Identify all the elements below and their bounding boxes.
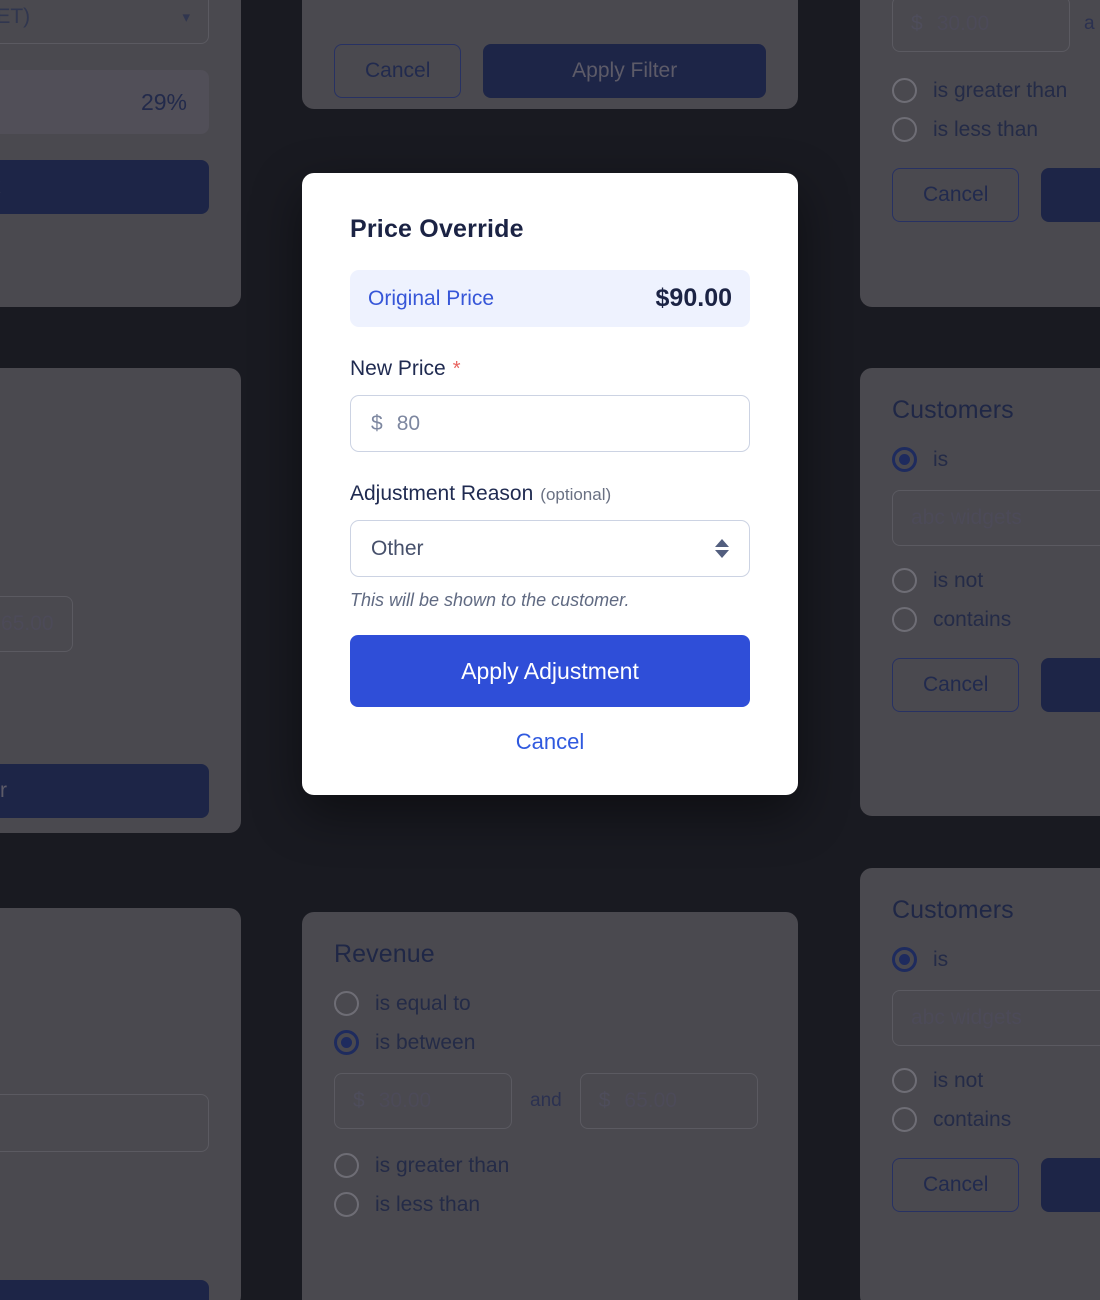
revenue-max-input[interactable]: $ 65.00 bbox=[579, 1073, 758, 1129]
adjustment-reason-value: Other bbox=[371, 536, 424, 560]
optional-marker: (optional) bbox=[540, 485, 612, 504]
apply-tax-button[interactable]: y Tax bbox=[0, 160, 209, 214]
radio-is-selected[interactable] bbox=[892, 947, 917, 972]
amount-filter-panel: $ 30.00 a is greater than is less than C… bbox=[860, 0, 1100, 307]
currency-symbol: $ bbox=[353, 1089, 365, 1112]
radio-contains[interactable] bbox=[892, 607, 917, 632]
and-label: a bbox=[1084, 13, 1095, 34]
new-price-value: 80 bbox=[396, 411, 421, 435]
radio-is-less-than[interactable] bbox=[892, 117, 917, 142]
original-price-value: $90.00 bbox=[655, 284, 732, 312]
left-range-filter-panel: d $ 65.00 Apply Filter bbox=[0, 368, 241, 833]
revenue-min-input[interactable]: $ 30.00 bbox=[334, 1073, 512, 1129]
radio-is-equal-to[interactable] bbox=[334, 991, 359, 1016]
tax-type-value: Tax (WET) bbox=[0, 5, 31, 28]
label-is-less-than: is less than bbox=[933, 117, 1039, 141]
radio-is-greater-than[interactable] bbox=[334, 1153, 359, 1178]
top-filter-panel: Cancel Apply Filter bbox=[302, 0, 798, 109]
label-is-greater-than: is greater than bbox=[933, 78, 1068, 102]
cancel-link[interactable]: Cancel bbox=[350, 729, 750, 755]
left-bottom-filter-panel: Apply Filter bbox=[0, 908, 241, 1300]
radio-is-between[interactable] bbox=[334, 1030, 359, 1055]
customers-value-input[interactable]: abc widgets bbox=[892, 990, 1100, 1046]
label-is-between: is between bbox=[375, 1030, 476, 1054]
required-asterisk-icon: * bbox=[452, 358, 461, 380]
left-bottom-text-input[interactable] bbox=[0, 1094, 209, 1152]
left-bottom-apply-filter-button[interactable]: Apply Filter bbox=[0, 1280, 209, 1300]
top-apply-filter-button[interactable]: Apply Filter bbox=[483, 44, 766, 98]
label-is-greater-than: is greater than bbox=[375, 1153, 510, 1177]
customers-value-placeholder: abc widgets bbox=[911, 506, 1022, 529]
customers-cancel-button[interactable]: Cancel bbox=[892, 658, 1020, 712]
left-apply-filter-button[interactable]: Apply Filter bbox=[0, 764, 209, 818]
adjustment-reason-label-text: Adjustment Reason bbox=[350, 482, 534, 505]
currency-symbol: $ bbox=[598, 1089, 611, 1112]
amount-cancel-button[interactable]: Cancel bbox=[892, 168, 1020, 222]
new-price-input[interactable]: $ 80 bbox=[350, 395, 750, 452]
revenue-min-value: 30.00 bbox=[378, 1089, 432, 1112]
tax-summary-strip: Tax 29% bbox=[0, 70, 209, 134]
amount-min-input[interactable]: $ 30.00 bbox=[892, 0, 1070, 52]
top-cancel-button[interactable]: Cancel bbox=[334, 44, 462, 98]
radio-is-less-than[interactable] bbox=[334, 1192, 359, 1217]
amount-min-value: 30.00 bbox=[936, 12, 990, 35]
radio-is-not[interactable] bbox=[892, 1068, 917, 1093]
radio-is-greater-than[interactable] bbox=[892, 78, 917, 103]
apply-adjustment-button[interactable]: Apply Adjustment bbox=[350, 635, 750, 707]
original-price-strip: Original Price $90.00 bbox=[350, 270, 750, 327]
revenue-and-label: and bbox=[530, 1090, 562, 1111]
revenue-max-value: 65.00 bbox=[624, 1089, 677, 1112]
price-override-dialog: Price Override Original Price $90.00 New… bbox=[302, 173, 798, 795]
customers-value-placeholder: abc widgets bbox=[911, 1006, 1022, 1029]
radio-is-not[interactable] bbox=[892, 568, 917, 593]
label-is: is bbox=[933, 947, 949, 971]
customers-filter-panel-2: Customers is abc widgets is not contains… bbox=[860, 868, 1100, 1300]
label-is-not: is not bbox=[933, 568, 984, 592]
dialog-title: Price Override bbox=[350, 215, 524, 243]
chevron-down-icon: ▾ bbox=[182, 9, 190, 26]
customers-panel-title: Customers bbox=[892, 896, 1014, 924]
adjustment-reason-label: Adjustment Reason (optional) bbox=[350, 482, 750, 506]
customers-value-input[interactable]: abc widgets bbox=[892, 490, 1100, 546]
reason-hint-text: This will be shown to the customer. bbox=[350, 590, 630, 610]
customers-cancel-button[interactable]: Cancel bbox=[892, 1158, 1020, 1212]
label-is-equal-to: is equal to bbox=[375, 991, 471, 1015]
label-is: is bbox=[933, 447, 949, 471]
left-amount-input[interactable]: $ 65.00 bbox=[0, 596, 73, 652]
tax-filter-panel: Tax (WET) ▾ Tax 29% y Tax ncel bbox=[0, 0, 241, 307]
currency-symbol: $ bbox=[371, 411, 383, 435]
label-contains: contains bbox=[933, 607, 1012, 631]
tax-cancel-link[interactable]: ncel bbox=[0, 236, 209, 260]
revenue-panel-title: Revenue bbox=[334, 940, 435, 968]
revenue-filter-panel: Revenue is equal to is between $ 30.00 a… bbox=[302, 912, 798, 1300]
new-price-label-text: New Price bbox=[350, 357, 446, 380]
customers-filter-panel-1: Customers is abc widgets is not contains… bbox=[860, 368, 1100, 816]
left-amount-value: 65.00 bbox=[1, 612, 54, 635]
label-is-not: is not bbox=[933, 1068, 984, 1092]
radio-is-selected[interactable] bbox=[892, 447, 917, 472]
select-stepper-icon bbox=[715, 539, 729, 558]
adjustment-reason-select[interactable]: Other bbox=[350, 520, 750, 577]
tax-summary-value: 29% bbox=[140, 88, 187, 115]
customers-panel-title: Customers bbox=[892, 396, 1014, 424]
original-price-label: Original Price bbox=[368, 286, 495, 310]
new-price-label: New Price * bbox=[350, 357, 750, 381]
label-is-less-than: is less than bbox=[375, 1192, 481, 1216]
tax-type-select[interactable]: Tax (WET) ▾ bbox=[0, 0, 209, 44]
label-contains: contains bbox=[933, 1107, 1012, 1131]
currency-symbol: $ bbox=[911, 12, 923, 35]
radio-contains[interactable] bbox=[892, 1107, 917, 1132]
